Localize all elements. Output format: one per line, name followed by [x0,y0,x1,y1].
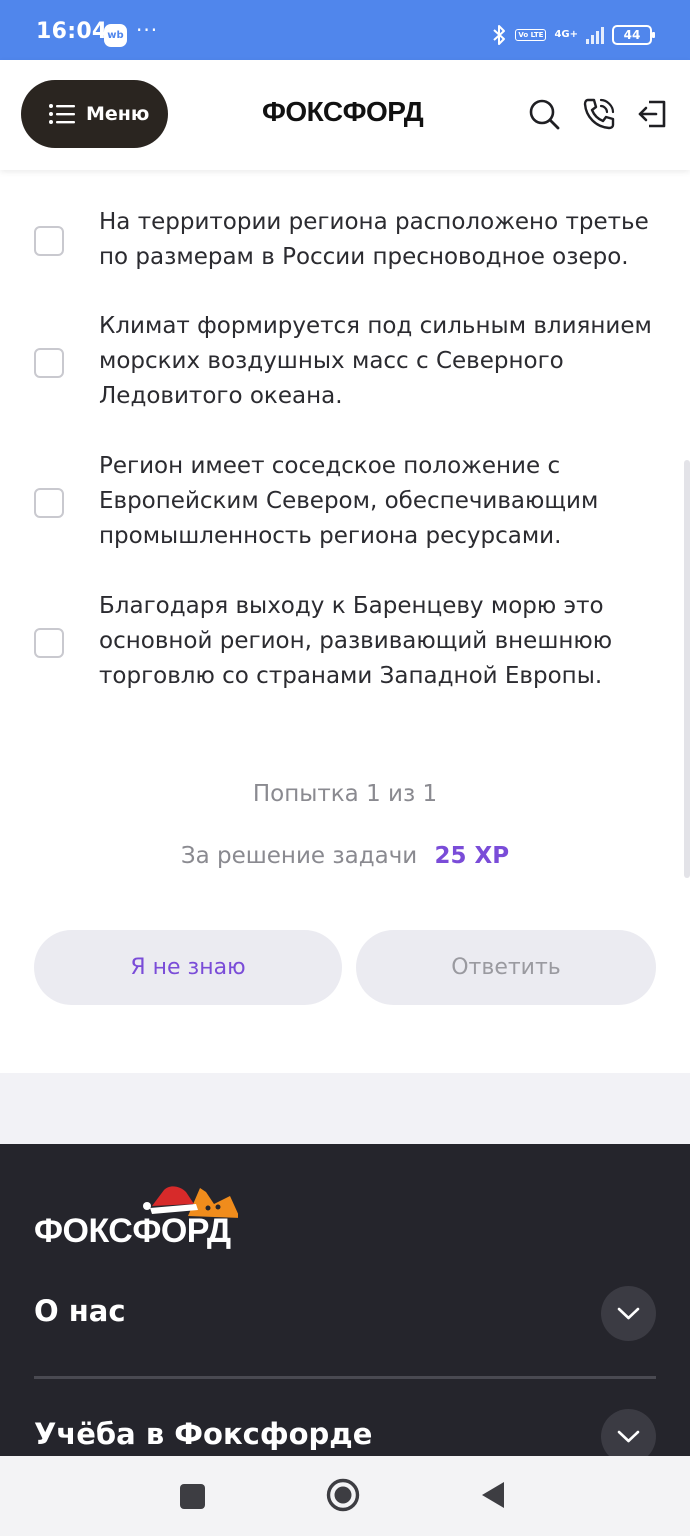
reward-info: За решение задачи 25 XP [0,843,690,869]
recent-apps-icon[interactable] [180,1484,205,1509]
app-header: Меню ФОКСФОРД [0,60,690,170]
answer-button[interactable]: Ответить [356,930,656,1005]
wb-app-icon: wb [104,24,127,47]
scrollbar[interactable] [684,460,690,878]
accordion-title-study[interactable]: Учёба в Фоксфорде [34,1417,372,1451]
section-separator [0,1073,690,1145]
back-icon[interactable] [480,1480,506,1510]
bluetooth-icon [493,25,506,45]
accordion-toggle-about[interactable] [601,1286,656,1341]
option-checkbox[interactable] [34,348,64,378]
search-icon[interactable] [527,97,561,131]
home-icon[interactable] [326,1478,360,1512]
status-time: 16:04 [36,19,108,44]
chevron-down-icon [617,1430,640,1443]
reward-label: За решение задачи [180,843,418,869]
accordion-title-about[interactable]: О нас [34,1294,126,1328]
network-type: 4G+ [554,29,578,40]
footer-logo[interactable]: ФОКСФОРД [34,1182,284,1252]
logout-icon[interactable] [636,97,670,131]
attempt-counter: Попытка 1 из 1 [252,781,438,807]
status-icons: Vo LTE 4G+ 44 [491,22,655,48]
menu-button[interactable]: Меню [21,80,168,148]
option-text: Регион имеет соседское положение с Европ… [99,453,599,549]
option-text: Благодаря выходу к Баренцеву морю это ос… [99,593,613,689]
system-nav-bar [0,1456,690,1536]
more-notifications-icon: ··· [136,18,159,42]
option-checkbox[interactable] [34,488,64,518]
status-bar: 16:04 wb ··· Vo LTE 4G+ 44 [0,0,690,60]
phone-icon[interactable] [582,97,616,131]
option-checkbox[interactable] [34,226,64,256]
volte-icon: Vo LTE [515,29,547,41]
option-text: На территории региона расположено третье… [99,209,649,270]
menu-icon [49,104,75,124]
reward-xp: 25 XP [434,843,510,869]
foxford-logo[interactable]: ФОКСФОРД [262,96,424,128]
footer-divider [34,1376,656,1379]
footer-logo-text: ФОКСФОРД [34,1212,231,1250]
option-checkbox[interactable] [34,628,64,658]
chevron-down-icon [617,1307,640,1320]
option-text: Климат формируется под сильным влиянием … [99,313,652,409]
menu-label: Меню [86,103,150,125]
footer: ФОКСФОРД О нас Учёба в Фоксфорде [0,1144,690,1464]
signal-icon [586,26,604,44]
battery-icon: 44 [612,25,655,45]
dont-know-button[interactable]: Я не знаю [34,930,342,1005]
